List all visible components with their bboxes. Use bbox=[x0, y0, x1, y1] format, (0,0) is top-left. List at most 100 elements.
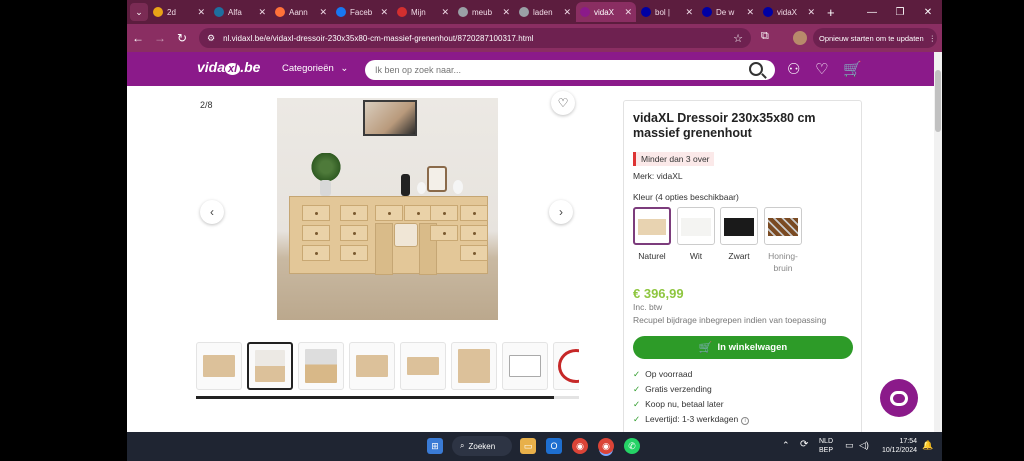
browser-tab[interactable]: Alfa ✕ bbox=[210, 2, 270, 22]
chat-button[interactable] bbox=[880, 379, 918, 417]
notification-bell-icon[interactable]: 🔔 bbox=[922, 441, 933, 450]
wishlist-heart-icon[interactable]: ♡ bbox=[551, 91, 575, 115]
color-swatch-label: Zwart bbox=[728, 251, 750, 261]
add-to-cart-button[interactable]: 🛒 In winkelwagen bbox=[633, 336, 853, 359]
close-tab-icon[interactable]: ✕ bbox=[746, 7, 754, 18]
extensions-icon[interactable]: ⧉ bbox=[761, 30, 769, 43]
close-tab-icon[interactable]: ✕ bbox=[624, 7, 632, 18]
swatch-fill bbox=[681, 218, 711, 236]
thumbnail[interactable] bbox=[349, 342, 395, 390]
file-explorer-icon[interactable]: ▭ bbox=[520, 438, 536, 454]
cart-icon[interactable]: 🛒 bbox=[843, 60, 862, 78]
forward-icon[interactable]: → bbox=[149, 31, 171, 45]
search-icon[interactable] bbox=[749, 62, 763, 76]
close-tab-icon[interactable]: ✕ bbox=[563, 7, 571, 18]
checkmark-icon: ✓ bbox=[633, 384, 641, 394]
sync-icon[interactable]: ⟳ bbox=[800, 440, 808, 450]
volume-icon[interactable]: ◁) bbox=[859, 441, 869, 450]
categories-menu[interactable]: Categorieën ⌄ bbox=[282, 63, 348, 74]
color-swatch[interactable] bbox=[720, 207, 758, 245]
chrome-icon[interactable]: ◉ bbox=[572, 438, 588, 454]
back-icon[interactable]: ← bbox=[127, 31, 149, 45]
restore-icon[interactable]: ❐ bbox=[886, 7, 914, 18]
open-shelf bbox=[394, 223, 418, 247]
browser-tab[interactable]: laden ✕ bbox=[515, 2, 575, 22]
heart-icon[interactable]: ♡ bbox=[815, 60, 828, 78]
tray-overflow-icon[interactable]: ⌃ bbox=[782, 441, 790, 450]
thumbnail-selected[interactable] bbox=[247, 342, 293, 390]
more-menu-icon[interactable]: ⋮ bbox=[929, 34, 937, 43]
tab-search-button[interactable]: ⌄ bbox=[130, 3, 148, 21]
browser-tab[interactable]: 2d ✕ bbox=[149, 2, 209, 22]
tab-title: De w bbox=[716, 7, 735, 17]
tab-title: bol | bbox=[655, 7, 670, 17]
clock[interactable]: 17:54 10/12/2024 bbox=[877, 437, 917, 455]
network-icon[interactable]: ▭ bbox=[845, 441, 854, 450]
omnibox[interactable]: ⚙ nl.vidaxl.be/e/vidaxl-dressoir-230x35x… bbox=[199, 28, 751, 48]
color-swatch[interactable] bbox=[764, 207, 802, 245]
close-window-icon[interactable]: ✕ bbox=[914, 7, 942, 18]
close-tab-icon[interactable]: ✕ bbox=[441, 7, 449, 18]
chrome-active-icon[interactable]: ◉ bbox=[598, 438, 614, 454]
browser-tab[interactable]: Faceb ✕ bbox=[332, 2, 392, 22]
stock-badge: Minder dan 3 over bbox=[633, 152, 714, 166]
cart-label: In winkelwagen bbox=[717, 342, 788, 353]
bookmark-star-icon[interactable]: ☆ bbox=[733, 32, 743, 45]
vat-note: Inc. btw bbox=[633, 302, 663, 312]
close-tab-icon[interactable]: ✕ bbox=[319, 7, 327, 18]
next-image-button[interactable]: › bbox=[549, 200, 573, 224]
language-indicator[interactable]: NLD BEP bbox=[819, 437, 833, 455]
browser-tab[interactable]: vidaX ✕ bbox=[576, 2, 636, 22]
color-swatch-label: Naturel bbox=[638, 251, 666, 261]
new-tab-button[interactable]: + bbox=[827, 5, 835, 20]
windows-start-icon[interactable]: ⊞ bbox=[427, 438, 443, 454]
close-tab-icon[interactable]: ✕ bbox=[502, 7, 510, 18]
outlook-icon[interactable]: O bbox=[546, 438, 562, 454]
wall-painting bbox=[363, 100, 417, 136]
keyboard-layout: BEP bbox=[819, 447, 834, 454]
thumbnail[interactable] bbox=[298, 342, 344, 390]
search-input[interactable] bbox=[365, 60, 775, 80]
browser-tab[interactable]: bol | ✕ bbox=[637, 2, 697, 22]
close-tab-icon[interactable]: ✕ bbox=[380, 7, 388, 18]
browser-tab[interactable]: vidaX ✕ bbox=[759, 2, 819, 22]
profile-avatar[interactable] bbox=[793, 31, 807, 45]
taskbar-search[interactable]: ⌕ Zoeken bbox=[452, 436, 512, 456]
account-icon[interactable]: ⚇ bbox=[787, 60, 800, 78]
product-main-image[interactable] bbox=[277, 98, 498, 320]
browser-tab[interactable]: Mijn ✕ bbox=[393, 2, 453, 22]
swatch-fill bbox=[638, 219, 666, 235]
color-swatch[interactable] bbox=[633, 207, 671, 245]
reload-icon[interactable]: ↻ bbox=[171, 31, 193, 45]
close-tab-icon[interactable]: ✕ bbox=[685, 7, 693, 18]
white-vase bbox=[417, 182, 426, 194]
price: € 396,99 bbox=[633, 286, 684, 301]
thumbnail[interactable] bbox=[400, 342, 446, 390]
close-tab-icon[interactable]: ✕ bbox=[258, 7, 266, 18]
thumbnail[interactable] bbox=[196, 342, 242, 390]
site-info-icon[interactable]: ⚙ bbox=[207, 33, 215, 44]
thumbnail[interactable] bbox=[451, 342, 497, 390]
previous-image-button[interactable]: ‹ bbox=[200, 200, 224, 224]
close-tab-icon[interactable]: ✕ bbox=[807, 7, 815, 18]
tab-favicon-icon bbox=[580, 7, 590, 17]
thumbnail[interactable] bbox=[553, 342, 579, 390]
info-icon[interactable]: i bbox=[741, 417, 750, 425]
browser-tab[interactable]: meub ✕ bbox=[454, 2, 514, 22]
browser-tab[interactable]: Aann ✕ bbox=[271, 2, 331, 22]
restart-to-update-button[interactable]: Opnieuw starten om te updaten ⋮ bbox=[813, 28, 937, 48]
thumbnail-scrollbar[interactable] bbox=[196, 396, 579, 399]
product-title: vidaXL Dressoir 230x35x80 cm massief gre… bbox=[633, 111, 816, 140]
vase-decor bbox=[320, 180, 331, 196]
page-scrollbar[interactable] bbox=[934, 52, 942, 432]
site-logo[interactable]: vida xl .be bbox=[197, 59, 260, 75]
minimize-icon[interactable]: — bbox=[858, 7, 886, 18]
usp-text: Op voorraad bbox=[645, 369, 693, 379]
categories-label: Categorieën bbox=[282, 63, 334, 74]
color-swatch[interactable] bbox=[677, 207, 715, 245]
thumbnail[interactable] bbox=[502, 342, 548, 390]
close-tab-icon[interactable]: ✕ bbox=[197, 7, 205, 18]
tab-favicon-icon bbox=[397, 7, 407, 17]
browser-tab[interactable]: De w ✕ bbox=[698, 2, 758, 22]
whatsapp-icon[interactable]: ✆ bbox=[624, 438, 640, 454]
